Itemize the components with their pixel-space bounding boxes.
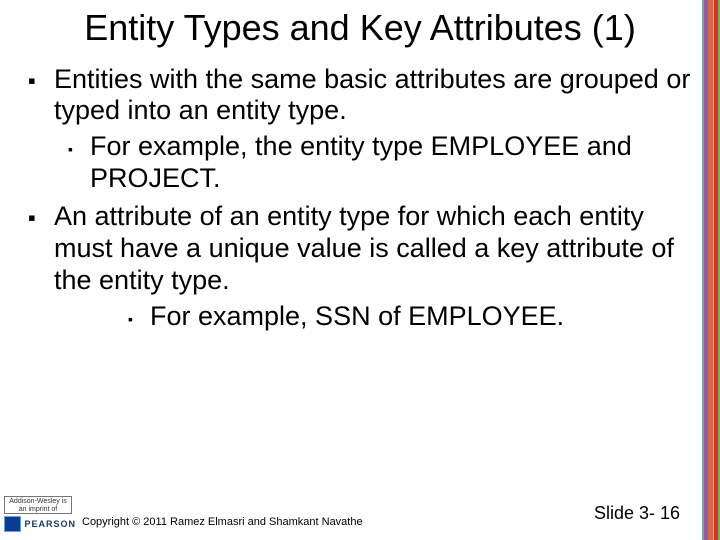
slide-body: ▪ Entities with the same basic attribute… xyxy=(0,54,720,333)
bullet-text: For example, SSN of EMPLOYEE. xyxy=(150,301,564,333)
pearson-logo: PEARSON xyxy=(4,516,76,532)
bullet-level1: ▪ An attribute of an entity type for whi… xyxy=(28,201,692,297)
pearson-mark-icon xyxy=(4,516,21,532)
publisher-logo: Addison-Wesley is an imprint of PEARSON xyxy=(4,496,76,532)
bullet-mark-icon: ▪ xyxy=(128,311,138,328)
bullet-level1: ▪ Entities with the same basic attribute… xyxy=(28,64,692,128)
bullet-level2: ▪ For example, the entity type EMPLOYEE … xyxy=(68,131,692,195)
decorative-edge-stripe xyxy=(702,0,720,540)
bullet-text: Entities with the same basic attributes … xyxy=(54,64,692,128)
slide-title: Entity Types and Key Attributes (1) xyxy=(0,0,720,54)
slide-number: Slide 3- 16 xyxy=(594,503,680,524)
bullet-level3: ▪ For example, SSN of EMPLOYEE. xyxy=(128,301,692,333)
bullet-mark-icon: ▪ xyxy=(28,68,42,94)
bullet-mark-icon: ▪ xyxy=(68,141,78,158)
pearson-brand-text: PEARSON xyxy=(24,519,76,529)
slide: Entity Types and Key Attributes (1) ▪ En… xyxy=(0,0,720,540)
bullet-text: For example, the entity type EMPLOYEE an… xyxy=(90,131,692,195)
slide-footer: Addison-Wesley is an imprint of PEARSON … xyxy=(0,490,720,540)
copyright-text: Copyright © 2011 Ramez Elmasri and Shamk… xyxy=(82,516,363,528)
logo-imprint-text: Addison-Wesley is an imprint of xyxy=(4,496,72,514)
bullet-text: An attribute of an entity type for which… xyxy=(54,201,692,297)
bullet-mark-icon: ▪ xyxy=(28,205,42,231)
